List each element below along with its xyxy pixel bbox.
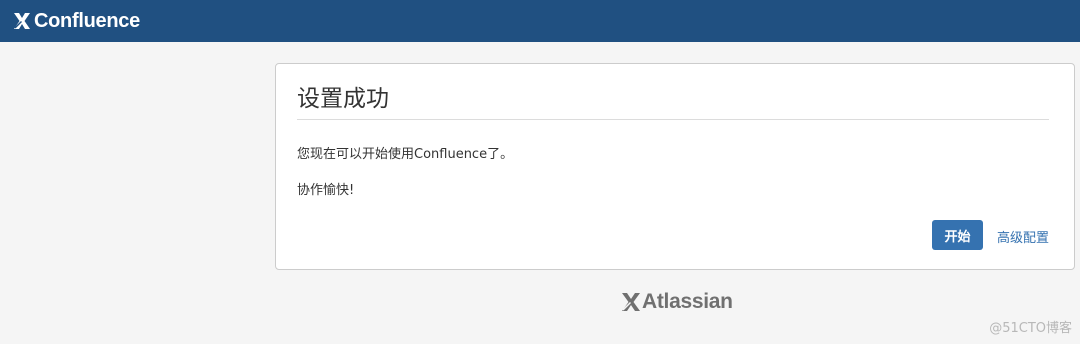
title-divider <box>297 119 1049 120</box>
top-header-bar: Confluence <box>0 0 1080 42</box>
success-message: 您现在可以开始使用Confluence了。 <box>297 147 514 162</box>
watermark: @51CTO博客 <box>989 321 1072 336</box>
greeting-message: 协作愉快! <box>297 183 355 198</box>
atlassian-x-icon <box>622 293 640 311</box>
advanced-config-link[interactable]: 高级配置 <box>997 227 1049 246</box>
confluence-x-icon <box>14 13 30 29</box>
page-title: 设置成功 <box>297 86 389 112</box>
atlassian-logo: Atlassian <box>620 290 733 314</box>
start-button[interactable]: 开始 <box>932 220 983 250</box>
confluence-logo[interactable]: Confluence <box>12 10 140 33</box>
atlassian-logo-text: Atlassian <box>642 290 733 313</box>
brand-name: Confluence <box>34 9 140 32</box>
setup-success-panel: 设置成功 您现在可以开始使用Confluence了。 协作愉快! 开始 高级配置 <box>275 63 1075 270</box>
